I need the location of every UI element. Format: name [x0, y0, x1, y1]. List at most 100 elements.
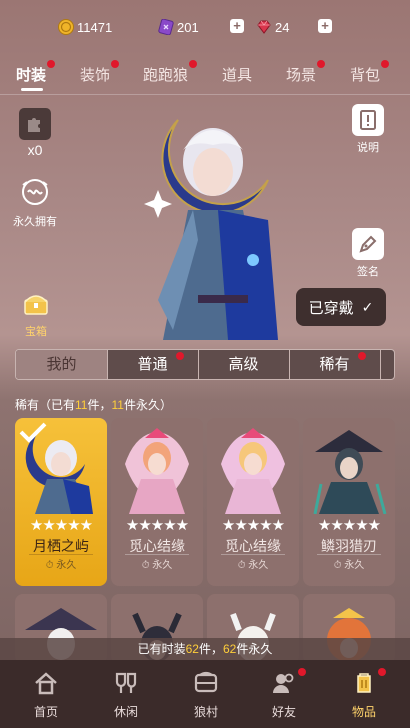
chest-label: 宝箱 [25, 326, 47, 338]
notification-dot [298, 668, 306, 676]
collection-mid: 件， [198, 642, 223, 656]
tab-label: 道具 [222, 67, 253, 84]
owned-perm-count: 11 [111, 398, 124, 412]
notification-dot [189, 60, 198, 68]
star-rating: ★★★★★ [317, 517, 381, 534]
friends-icon [273, 673, 294, 693]
notification-dot [47, 60, 56, 68]
nav-friends[interactable]: 好友 [252, 668, 316, 720]
outfit-thumbnail [313, 430, 387, 514]
divider [125, 554, 189, 555]
rarity-tab-rare[interactable]: 稀有 [289, 350, 381, 379]
outfit-card[interactable]: ★★★★★ 觅心结缘 ⏱ 永久 [207, 418, 299, 586]
outfit-card[interactable]: ★★★★★ 觅心结缘 ⏱ 永久 [111, 418, 203, 586]
nav-label: 物品 [351, 705, 376, 719]
treasure-chest-icon [24, 295, 48, 315]
rarity-tab-label: 普通 [137, 356, 168, 373]
notification-dot [176, 352, 184, 360]
tab-props[interactable]: 道具 [222, 64, 252, 85]
outfit-name: 觅心结缘 [225, 538, 281, 554]
notification-dot [378, 668, 386, 676]
tab-scene[interactable]: 场景 [286, 60, 326, 85]
home-icon [35, 672, 57, 695]
pen-icon-box [352, 228, 384, 260]
leisure-icon [115, 672, 137, 693]
nav-leisure[interactable]: 休闲 [94, 670, 158, 720]
tab-decoration[interactable]: 装饰 [80, 60, 120, 85]
gem-icon [257, 20, 271, 34]
outfit-duration: ⏱ 永久 [237, 560, 269, 571]
signature-button[interactable]: 签名 [350, 228, 386, 279]
notification-dot [111, 60, 120, 68]
outfit-duration: ⏱ 永久 [45, 560, 77, 571]
tab-label: 装饰 [80, 67, 111, 84]
pen-icon [359, 235, 377, 253]
owned-mid: 件， [87, 398, 112, 412]
collection-prefix: 已有时装 [137, 642, 186, 656]
add-gems-button[interactable]: + [318, 19, 332, 33]
ticket-icon [158, 19, 174, 35]
puzzle-piece-button[interactable]: x0 [18, 108, 52, 158]
permanent-own-button[interactable]: 永久拥有 [10, 176, 60, 229]
outfit-thumbnail [221, 428, 285, 514]
outfit-duration: ⏱ 永久 [333, 560, 365, 571]
outfit-name: 月栖之屿 [33, 538, 89, 554]
selected-check-icon [19, 422, 47, 443]
puzzle-count: x0 [27, 142, 43, 158]
notification-dot [381, 60, 390, 68]
duration-label: 永久 [248, 560, 269, 571]
tab-label: 场景 [286, 67, 317, 84]
coin-icon [58, 19, 74, 35]
tab-runner-wolf[interactable]: 跑跑狼 [143, 60, 198, 85]
outfit-card[interactable]: ★★★★★ 月栖之屿 ⏱ 永久 [15, 418, 107, 586]
tab-label: 时装 [16, 67, 47, 84]
permanent-label: 永久拥有 [13, 216, 57, 228]
gold-currency: 11471 [58, 17, 112, 37]
add-tickets-button[interactable]: + [230, 19, 244, 33]
star-rating: ★★★★★ [221, 517, 285, 534]
notification-dot [358, 352, 366, 360]
info-button[interactable]: 说明 [350, 104, 386, 155]
nav-items[interactable]: 物品 [332, 668, 396, 720]
star-rating: ★★★★★ [29, 517, 93, 534]
sign-label: 签名 [357, 266, 379, 278]
category-tabs: 时装 装饰 跑跑狼 道具 场景 背包 [0, 60, 410, 94]
owned-summary: 稀有（已有11件，11件永久） [15, 396, 172, 413]
star-rating: ★★★★★ [125, 517, 189, 534]
nav-label: 狼村 [193, 705, 218, 719]
nav-label: 首页 [33, 705, 58, 719]
divider [221, 554, 285, 555]
rarity-tab-normal[interactable]: 普通 [107, 350, 199, 379]
chest-button[interactable]: 宝箱 [14, 288, 58, 339]
puzzle-icon [28, 118, 40, 132]
owned-count: 11 [75, 398, 88, 412]
outfit-name: 觅心结缘 [129, 538, 185, 554]
owned-prefix: 稀有（已有 [15, 398, 76, 412]
bottom-navigation: 首页 休闲 狼村 好友 物品 [0, 660, 410, 728]
outfit-card[interactable]: ★★★★★ 鳞羽猎刃 ⏱ 永久 [303, 418, 395, 586]
rarity-tab-mine[interactable]: 我的 [16, 350, 108, 379]
tab-label: 背包 [350, 67, 381, 84]
duration-label: 永久 [152, 560, 173, 571]
nav-village[interactable]: 狼村 [174, 670, 238, 720]
book-icon [360, 110, 376, 130]
rarity-tab-label: 我的 [46, 356, 77, 373]
divider [0, 94, 410, 95]
nav-home[interactable]: 首页 [14, 670, 78, 720]
worn-label: 已穿戴 [308, 299, 354, 317]
owned-suffix: 件永久） [123, 398, 172, 412]
book-icon-box [352, 104, 384, 136]
collection-summary: 已有时装62件，62件永久 [0, 638, 410, 660]
duration-label: 永久 [56, 560, 77, 571]
infinity-clock-icon [22, 179, 48, 205]
notification-dot [317, 60, 326, 68]
rarity-tab-advanced[interactable]: 高级 [198, 350, 290, 379]
divider [29, 554, 93, 555]
collection-suffix: 件永久 [236, 642, 273, 656]
outfit-thumbnail [125, 428, 189, 514]
tab-fashion[interactable]: 时装 [16, 60, 56, 85]
duration-label: 永久 [344, 560, 365, 571]
worn-button[interactable]: 已穿戴 ✓ [296, 288, 386, 326]
outfit-duration: ⏱ 永久 [141, 560, 173, 571]
tab-backpack[interactable]: 背包 [350, 60, 390, 85]
